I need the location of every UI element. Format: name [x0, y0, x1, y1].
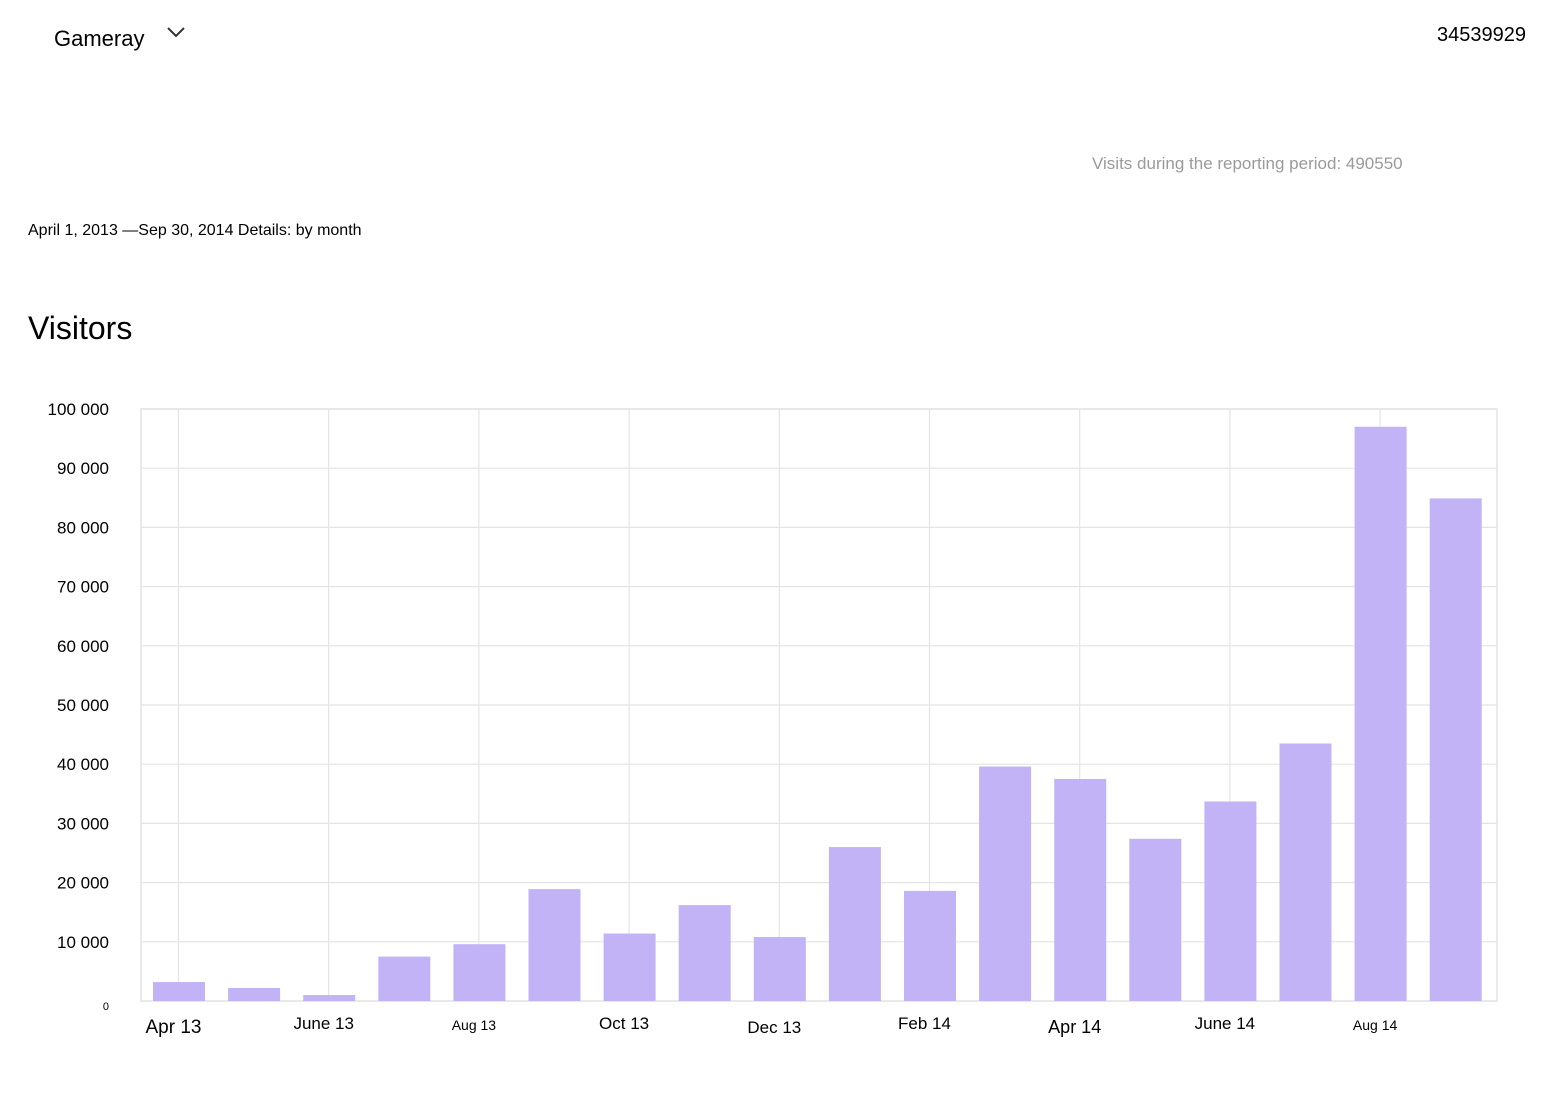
y-tick-label: 100 000 [48, 400, 109, 419]
chart-bars [153, 426, 1482, 1001]
bar-june-14[interactable] [1204, 801, 1257, 1001]
y-tick-label: 20 000 [57, 874, 109, 893]
x-tick-label: Apr 13 [146, 1017, 202, 1038]
y-tick-label: 90 000 [57, 459, 109, 478]
visitors-bar-chart: 0 10 000 20 000 30 000 40 000 50 000 60 000 70 … [48, 400, 1498, 1038]
x-tick-label: Apr 14 [1048, 1017, 1101, 1037]
bar-feb-14[interactable] [904, 890, 956, 1001]
x-tick-label: Oct 13 [599, 1014, 649, 1033]
bar-aug-14[interactable] [1354, 426, 1407, 1001]
x-tick-label: Dec 13 [747, 1018, 801, 1037]
bar-mar-14[interactable] [979, 766, 1032, 1001]
bar-jul-14[interactable] [1279, 743, 1332, 1001]
x-axis: Apr 13 June 13 Aug 13 Oct 13 Dec 13 Feb 14 Apr… [146, 1014, 1398, 1038]
y-tick-label: 0 [103, 1001, 109, 1013]
bar-june-13[interactable] [303, 995, 356, 1001]
x-tick-label: June 13 [293, 1014, 354, 1033]
y-tick-label: 70 000 [57, 578, 109, 597]
x-tick-label: Aug 13 [452, 1017, 497, 1033]
y-axis: 0 10 000 20 000 30 000 40 000 50 000 60 000 70 … [48, 400, 109, 1013]
y-tick-label: 80 000 [57, 518, 109, 537]
y-tick-label: 60 000 [57, 637, 109, 656]
bar-dec-13[interactable] [753, 937, 806, 1001]
x-tick-label: Feb 14 [898, 1014, 951, 1033]
bar-may-14[interactable] [1129, 838, 1182, 1001]
bar-nov-13[interactable] [678, 905, 731, 1001]
bar-sep-13[interactable] [528, 889, 581, 1001]
y-tick-label: 50 000 [57, 696, 109, 715]
bar-aug-13[interactable] [453, 944, 506, 1001]
y-tick-label: 40 000 [57, 755, 109, 774]
bar-apr-13[interactable] [153, 982, 205, 1001]
y-tick-label: 30 000 [57, 814, 109, 833]
bar-apr-14[interactable] [1054, 779, 1107, 1001]
bar-sep-14[interactable] [1429, 498, 1482, 1001]
bar-jan-14[interactable] [828, 847, 881, 1001]
bar-may-13[interactable] [228, 987, 281, 1001]
bar-jul-13[interactable] [378, 956, 431, 1001]
y-tick-label: 10 000 [57, 933, 109, 952]
x-tick-label: June 14 [1195, 1014, 1256, 1033]
x-tick-label: Aug 14 [1353, 1017, 1398, 1033]
bar-oct-13[interactable] [603, 933, 656, 1001]
